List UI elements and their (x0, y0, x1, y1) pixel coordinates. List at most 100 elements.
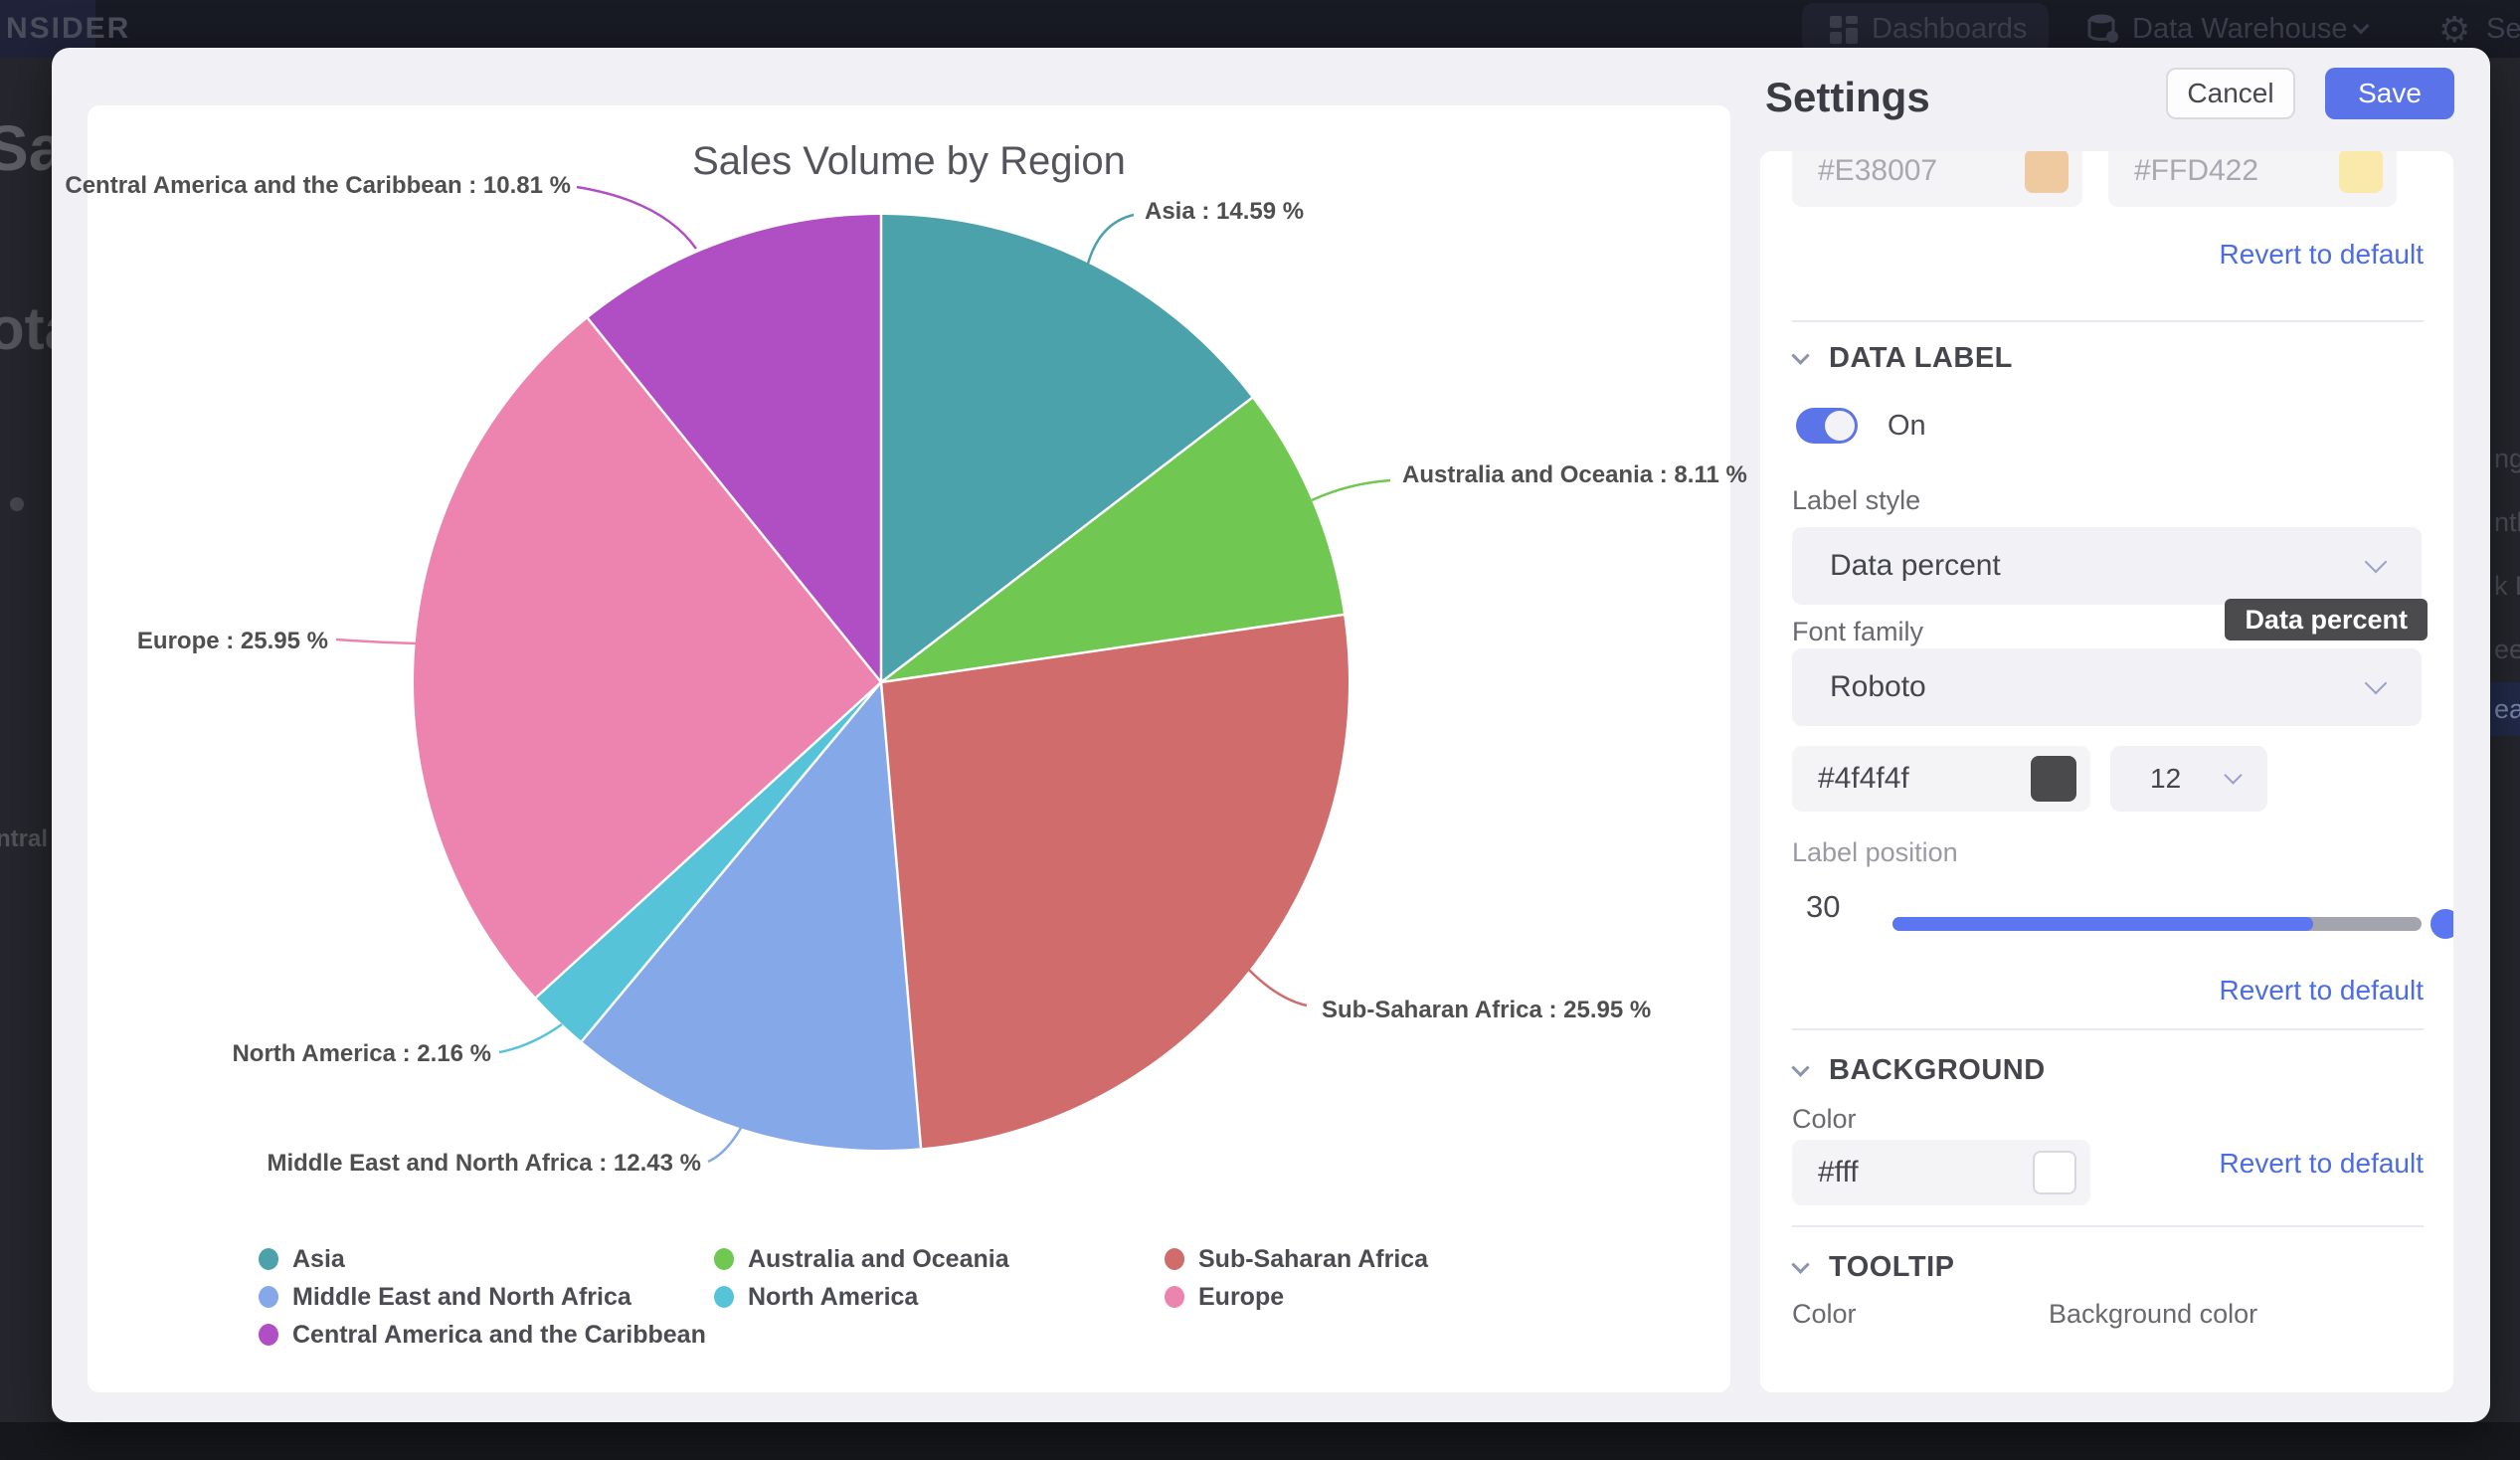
legend-item[interactable]: Central America and the Caribbean (259, 1321, 706, 1349)
slider-fill (1892, 917, 2313, 931)
label-style-select[interactable]: Data percent (1792, 527, 2422, 605)
pie-label-sub-saharan: Sub-Saharan Africa : 25.95 % (1322, 997, 1651, 1024)
color-value: #4f4f4f (1818, 746, 1909, 812)
color-value: #E38007 (1818, 151, 1937, 207)
slice-color-input-1[interactable]: #E38007 (1792, 151, 2082, 207)
toggle-knob (1825, 411, 1855, 441)
legend-label: Sub-Saharan Africa (1198, 1245, 1428, 1274)
chevron-down-icon (1791, 346, 1809, 364)
nav-item-settings-partial[interactable]: Se (2486, 0, 2520, 58)
legend-label: Central America and the Caribbean (292, 1321, 706, 1350)
settings-modal: Sales Volume by Region (52, 48, 2490, 1422)
settings-panel: #E38007 #FFD422 Revert to default DATA L… (1760, 151, 2453, 1392)
select-value: Roboto (1830, 648, 1926, 726)
legend-marker (1165, 1286, 1184, 1308)
background-color-label: Color (1792, 1104, 1857, 1135)
revert-to-default-link[interactable]: Revert to default (2220, 1148, 2424, 1180)
legend-marker (714, 1286, 734, 1308)
legend-item[interactable]: Sub-Saharan Africa (1165, 1245, 1428, 1273)
section-header-tooltip[interactable]: TOOLTIP (1794, 1251, 1954, 1284)
tooltip-color-label: Color (1792, 1299, 1857, 1330)
settings-panel-title: Settings (1765, 74, 1930, 121)
slider-thumb[interactable] (2430, 909, 2453, 939)
background-dot (10, 497, 24, 511)
legend-label: North America (748, 1283, 918, 1312)
legend-label: Europe (1198, 1283, 1284, 1312)
legend-item[interactable]: Asia (259, 1245, 345, 1273)
chevron-down-icon (1791, 1255, 1809, 1273)
background-color-input[interactable]: #fff (1792, 1140, 2090, 1205)
font-family-select[interactable]: Roboto (1792, 648, 2422, 726)
label-style-label: Label style (1792, 485, 1920, 516)
pie-chart[interactable] (414, 215, 1349, 1150)
background-menu-fragment: nth (2494, 507, 2520, 538)
section-header-background[interactable]: BACKGROUND (1794, 1054, 2046, 1087)
color-swatch[interactable] (2031, 756, 2076, 802)
legend-marker (259, 1324, 278, 1346)
cancel-button[interactable]: Cancel (2166, 68, 2295, 119)
chevron-down-icon (2365, 551, 2388, 574)
chevron-down-icon (2365, 672, 2388, 695)
legend-marker (259, 1248, 278, 1270)
pie-label-asia: Asia : 14.59 % (1145, 198, 1304, 226)
legend-marker (259, 1286, 278, 1308)
color-value: #FFD422 (2134, 151, 2258, 207)
legend-item[interactable]: Middle East and North Africa (259, 1283, 631, 1311)
background-menu-fragment: eek (2494, 635, 2520, 665)
label-position-slider[interactable] (1892, 917, 2422, 931)
section-header-data-label[interactable]: DATA LABEL (1794, 342, 2013, 375)
color-swatch[interactable] (2339, 151, 2383, 193)
section-title: BACKGROUND (1829, 1054, 2046, 1087)
database-icon (2086, 13, 2120, 47)
leader-line-north-america (499, 1024, 562, 1052)
background-menu-fragment: nge (2494, 444, 2520, 474)
pie-label-europe: Europe : 25.95 % (137, 628, 328, 655)
revert-to-default-link[interactable]: Revert to default (2220, 239, 2424, 271)
background-text-fragment: ntral (0, 825, 48, 853)
color-value: #fff (1818, 1140, 1859, 1205)
chart-card: Sales Volume by Region (88, 105, 1730, 1392)
select-value: 12 (2150, 746, 2181, 812)
legend-label: Asia (292, 1245, 345, 1274)
label-position-label: Label position (1792, 837, 1958, 868)
legend-label: Australia and Oceania (748, 1245, 1009, 1274)
leader-line-europe (336, 639, 418, 643)
section-divider (1792, 1225, 2424, 1227)
legend-label: Middle East and North Africa (292, 1283, 631, 1312)
slice-color-input-2[interactable]: #FFD422 (2108, 151, 2397, 207)
color-swatch[interactable] (2033, 1151, 2076, 1194)
legend-item[interactable]: Europe (1165, 1283, 1284, 1311)
select-value: Data percent (1830, 527, 2001, 605)
slider-value: 30 (1806, 889, 1840, 925)
pie-label-australia: Australia and Oceania : 8.11 % (1402, 461, 1747, 489)
leader-line-sub-saharan (1245, 966, 1307, 1005)
chevron-down-icon (1791, 1058, 1809, 1076)
leader-line-central-america (577, 187, 696, 249)
revert-to-default-link[interactable]: Revert to default (2220, 975, 2424, 1006)
color-swatch[interactable] (2025, 151, 2069, 193)
data-label-toggle[interactable] (1796, 408, 1858, 444)
legend-item[interactable]: North America (714, 1283, 918, 1311)
save-button[interactable]: Save (2325, 68, 2454, 119)
pie-label-central-america: Central America and the Caribbean : 10.8… (65, 172, 571, 200)
background-menu-fragment: k D (2494, 571, 2520, 602)
leader-line-mena (708, 1128, 741, 1162)
legend-item[interactable]: Australia and Oceania (714, 1245, 1009, 1273)
font-family-label: Font family (1792, 617, 1923, 647)
section-title: DATA LABEL (1829, 342, 2013, 375)
label-font-color-input[interactable]: #4f4f4f (1792, 746, 2090, 812)
section-divider (1792, 1028, 2424, 1030)
leader-line-australia (1312, 480, 1390, 500)
legend-marker (1165, 1248, 1184, 1270)
background-bottom-strip (0, 1422, 2520, 1460)
tooltip-background-color-label: Background color (2049, 1299, 2257, 1330)
dashboard-grid-icon (1828, 14, 1860, 46)
section-title: TOOLTIP (1829, 1251, 1954, 1284)
pie-label-mena: Middle East and North Africa : 12.43 % (267, 1150, 701, 1178)
leader-line-asia (1088, 215, 1134, 264)
font-size-select[interactable]: 12 (2110, 746, 2267, 812)
background-menu-fragment: ear (2494, 694, 2520, 725)
tooltip-bubble: Data percent (2225, 599, 2428, 640)
legend-marker (714, 1248, 734, 1270)
pie-label-north-america: North America : 2.16 % (232, 1040, 491, 1068)
